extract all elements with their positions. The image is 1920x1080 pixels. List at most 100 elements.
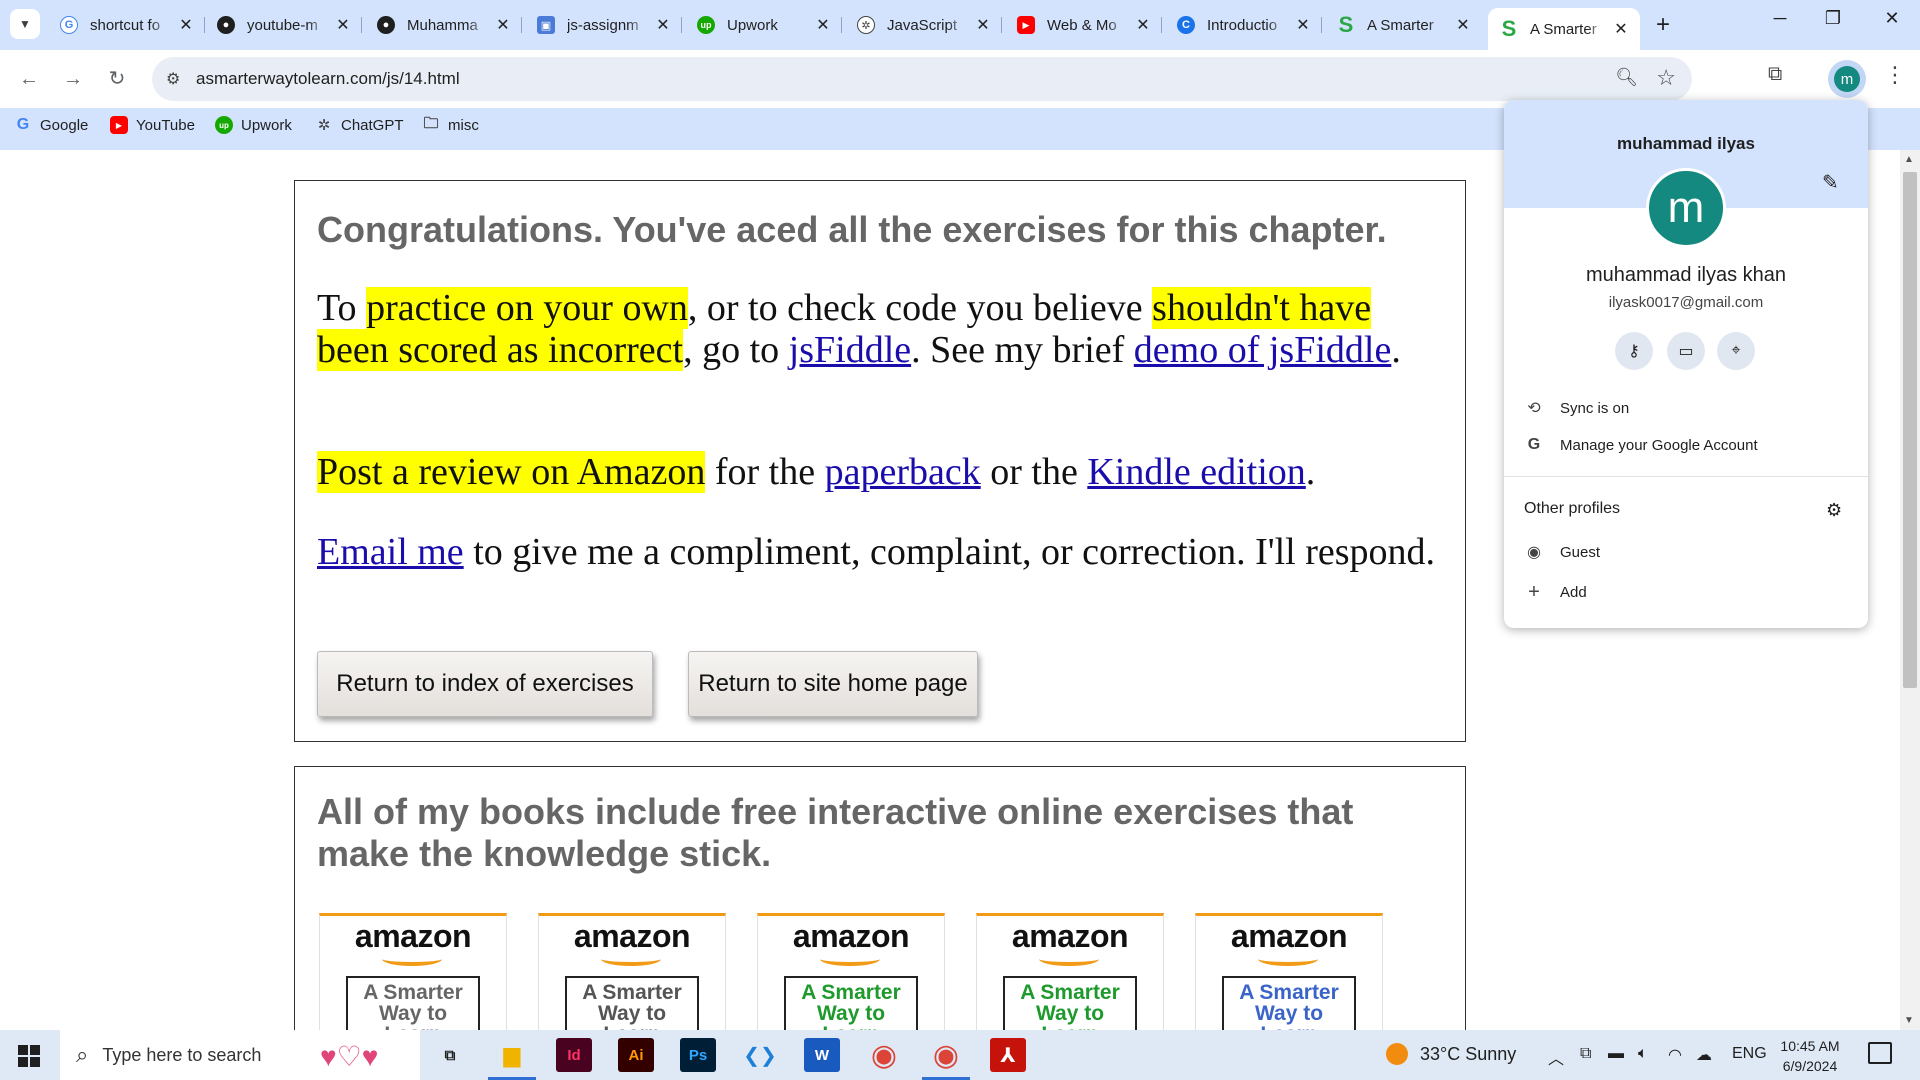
book-card[interactable]: amazon A Smarter Way to Learn <box>757 913 945 1030</box>
bookmark-star-icon[interactable]: ☆ <box>1656 65 1676 91</box>
forward-button[interactable]: → <box>58 64 88 94</box>
tab[interactable]: G shortcut fo ✕ <box>48 8 205 42</box>
close-icon[interactable]: ✕ <box>1134 15 1152 35</box>
reload-button[interactable]: ↻ <box>102 64 132 94</box>
vscode-icon[interactable]: ❮❯ <box>742 1038 778 1072</box>
indesign-icon[interactable]: Id <box>556 1038 592 1072</box>
close-icon[interactable]: ✕ <box>1294 15 1312 35</box>
amazon-logo: amazon <box>1011 918 1129 954</box>
book-card[interactable]: amazon A Smarter Way to Learn <box>538 913 726 1030</box>
close-window-button[interactable]: ✕ <box>1872 8 1912 29</box>
battery-icon[interactable]: ▬ <box>1608 1045 1624 1063</box>
close-icon[interactable]: ✕ <box>1454 15 1472 35</box>
address-bar[interactable]: ⚙ asmarterwaytolearn.com/js/14.html 🔍︎ ☆ <box>152 57 1692 101</box>
reload-icon: ↻ <box>108 68 126 90</box>
tab[interactable]: S A Smarter ✕ <box>1325 8 1482 42</box>
email-paragraph: Email me to give me a compliment, compla… <box>317 531 1437 573</box>
chrome-icon[interactable]: ◉ <box>922 1038 970 1080</box>
tab[interactable]: ● Muhamma ✕ <box>365 8 522 42</box>
tab-title: JavaScript <box>887 16 958 34</box>
tab-title: youtube-m <box>247 16 318 34</box>
bookmark-upwork[interactable]: up Upwork <box>215 116 292 134</box>
extensions-icon[interactable]: ⧉ <box>1768 63 1782 86</box>
tab-search-button[interactable]: ▼ <box>10 9 40 39</box>
back-button[interactable]: ← <box>14 64 44 94</box>
restore-button[interactable]: ❐ <box>1813 8 1853 29</box>
tab[interactable]: C Introductio ✕ <box>1165 8 1322 42</box>
profile-button[interactable]: m <box>1828 60 1866 98</box>
scroll-up-icon[interactable]: ▲ <box>1904 154 1914 165</box>
sync-status[interactable]: ⟲ Sync is on <box>1504 390 1868 426</box>
highlight: practice on your own <box>366 287 688 329</box>
notification-icon[interactable] <box>1868 1042 1892 1064</box>
book-card[interactable]: amazon A Smarter Way to Learn <box>1195 913 1383 1030</box>
acrobat-icon[interactable]: ⅄ <box>990 1038 1026 1072</box>
tab[interactable]: ● youtube-m ✕ <box>205 8 362 42</box>
bookmark-google[interactable]: G Google <box>14 116 89 134</box>
guest-profile[interactable]: ◉ Guest <box>1504 534 1868 570</box>
close-icon[interactable]: ✕ <box>177 15 195 35</box>
word-icon[interactable]: W <box>804 1038 840 1072</box>
close-icon[interactable]: ✕ <box>494 15 512 35</box>
wifi-icon[interactable]: ◠ <box>1668 1045 1682 1065</box>
tab-title: Muhamma <box>407 16 478 34</box>
weather-widget[interactable]: 33°C Sunny <box>1386 1043 1516 1065</box>
profile-avatar: m <box>1646 168 1726 248</box>
close-icon[interactable]: ✕ <box>974 15 992 35</box>
onedrive-icon[interactable]: ☁ <box>1696 1045 1712 1065</box>
add-profile[interactable]: + Add <box>1504 574 1868 610</box>
book-card[interactable]: amazon A Smarter Way to Learn <box>976 913 1164 1030</box>
zoom-icon[interactable]: 🔍︎ <box>1615 67 1638 88</box>
bookmark-label: ChatGPT <box>341 116 404 134</box>
manage-account-link[interactable]: G Manage your Google Account <box>1504 427 1868 463</box>
new-tab-button[interactable]: + <box>1648 11 1678 39</box>
kindle-edition-link[interactable]: Kindle edition <box>1087 451 1305 493</box>
return-home-button[interactable]: Return to site home page <box>688 651 978 717</box>
minimize-button[interactable]: ─ <box>1760 8 1800 29</box>
url-text[interactable]: asmarterwaytolearn.com/js/14.html <box>196 69 460 89</box>
bookmark-folder-misc[interactable]: 🗀 misc <box>422 115 478 134</box>
site-info-icon[interactable]: ⚙ <box>166 69 180 89</box>
illustrator-icon[interactable]: Ai <box>618 1038 654 1072</box>
page-scrollbar[interactable]: ▲ ▼ <box>1900 150 1920 1030</box>
return-index-button[interactable]: Return to index of exercises <box>317 651 653 717</box>
tab-title: Introductio <box>1207 16 1278 34</box>
demo-jsfiddle-link[interactable]: demo of jsFiddle <box>1134 329 1392 371</box>
bookmark-chatgpt[interactable]: ✲ ChatGPT <box>315 116 404 135</box>
file-explorer-icon[interactable]: ▆ <box>488 1038 536 1080</box>
chrome-icon[interactable]: ◉ <box>866 1038 902 1072</box>
passwords-button[interactable]: ⚷ <box>1615 332 1653 370</box>
scroll-down-icon[interactable]: ▼ <box>1904 1015 1914 1026</box>
tab-active[interactable]: S A Smarter ✕ <box>1488 8 1640 50</box>
close-icon[interactable]: ✕ <box>334 15 352 35</box>
meet-now-icon[interactable]: ⧉ <box>1580 1045 1591 1063</box>
email-me-link[interactable]: Email me <box>317 531 464 573</box>
jsfiddle-link[interactable]: jsFiddle <box>789 329 911 371</box>
task-view-icon[interactable]: ⧉ <box>432 1038 468 1072</box>
chrome-menu-icon[interactable]: ⋮ <box>1880 62 1910 88</box>
clock[interactable]: 10:45 AM 6/9/2024 <box>1770 1036 1850 1076</box>
manage-account-label: Manage your Google Account <box>1560 436 1758 454</box>
close-icon[interactable]: ✕ <box>814 15 832 35</box>
photoshop-icon[interactable]: Ps <box>680 1038 716 1072</box>
paperback-link[interactable]: paperback <box>825 451 981 493</box>
payment-methods-button[interactable]: ▭ <box>1667 332 1705 370</box>
congrats-box: Congratulations. You've aced all the exe… <box>294 180 1466 742</box>
scroll-thumb[interactable] <box>1903 172 1917 688</box>
tab[interactable]: ✲ JavaScript ✕ <box>845 8 1002 42</box>
close-icon[interactable]: ✕ <box>1612 19 1630 39</box>
language-indicator[interactable]: ENG <box>1732 1045 1767 1063</box>
close-icon[interactable]: ✕ <box>654 15 672 35</box>
edit-pencil-icon[interactable]: ✎ <box>1822 170 1839 195</box>
windows-start-icon[interactable] <box>18 1045 40 1067</box>
addresses-button[interactable]: ⌖ <box>1717 332 1755 370</box>
speaker-icon[interactable]: 🔈︎ <box>1638 1045 1648 1063</box>
tab[interactable]: up Upwork ✕ <box>685 8 842 42</box>
bookmark-youtube[interactable]: ▶ YouTube <box>110 116 195 134</box>
gear-icon[interactable]: ⚙ <box>1826 500 1842 521</box>
tab[interactable]: ▣ js-assignm ✕ <box>525 8 682 42</box>
tab[interactable]: ▶ Web & Mo ✕ <box>1005 8 1162 42</box>
book-card[interactable]: amazon A Smarter Way to Learn <box>319 913 507 1030</box>
google-icon: G <box>1527 436 1541 453</box>
chevron-up-icon[interactable]: ︿ <box>1548 1045 1564 1069</box>
